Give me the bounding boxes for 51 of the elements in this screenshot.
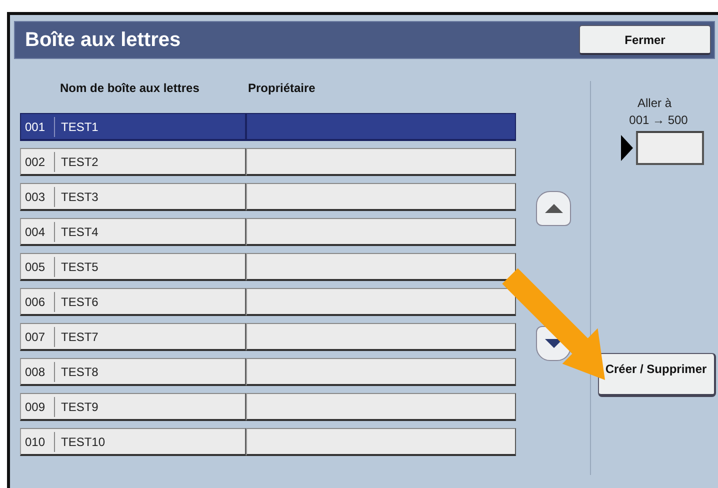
mailbox-name: TEST3 [60, 190, 98, 204]
mailbox-name: TEST9 [60, 400, 98, 414]
mailbox-name: TEST4 [60, 224, 98, 238]
owner-cell[interactable] [246, 288, 516, 316]
row-number: 004 [21, 222, 55, 242]
mailbox-name: TEST10 [60, 434, 106, 448]
owner-cell[interactable] [246, 428, 516, 456]
column-header: Nom de boîte aux lettres [59, 81, 200, 97]
mailbox-row[interactable]: 003 TEST3 [20, 183, 246, 211]
close-button[interactable]: Fermer [579, 25, 711, 55]
mailbox-row[interactable]: 004 TEST4 [20, 218, 246, 246]
up-triangle-icon [544, 204, 562, 213]
owner-cell[interactable] [246, 113, 516, 141]
owner-cell[interactable] [246, 218, 516, 246]
mailbox-name: TEST7 [60, 330, 98, 344]
scroll-up-button[interactable] [536, 191, 571, 226]
mailbox-name: TEST8 [60, 364, 98, 378]
owner-cell[interactable] [246, 358, 516, 386]
row-number: 002 [21, 152, 55, 172]
create-delete-button[interactable]: Créer / Supprimer [598, 353, 716, 397]
owner-cell[interactable] [246, 253, 516, 281]
mailbox-row[interactable]: 010 TEST10 [20, 428, 246, 456]
row-number: 007 [21, 326, 55, 346]
column-header: Propriétaire [248, 81, 316, 97]
goto-input-field[interactable] [636, 131, 704, 165]
mailbox-name: TEST2 [60, 154, 98, 168]
owner-cell[interactable] [246, 323, 516, 351]
owner-cell[interactable] [246, 393, 516, 421]
window-title: Boîte aux lettres [24, 28, 181, 52]
mailbox-row[interactable]: 007 TEST7 [20, 323, 246, 351]
owner-cell[interactable] [246, 183, 516, 211]
owner-cell[interactable] [246, 148, 516, 176]
row-number: 010 [21, 432, 55, 452]
row-number: 001 [21, 116, 55, 136]
row-number: 009 [21, 396, 55, 416]
goto-range: 001 → 500 [628, 112, 688, 129]
goto-label: Aller à [637, 95, 672, 112]
mailbox-row[interactable]: 002 TEST2 [20, 148, 246, 176]
mailbox-name: TEST5 [60, 260, 98, 274]
row-number: 008 [21, 362, 55, 382]
pointer-triangle-icon [621, 135, 633, 161]
mailbox-row[interactable]: 005 TEST5 [20, 253, 246, 281]
row-number: 006 [21, 292, 55, 312]
mailbox-row[interactable]: 006 TEST6 [20, 288, 246, 316]
mailbox-row[interactable]: 008 TEST8 [20, 358, 246, 386]
row-number: 003 [21, 186, 55, 206]
row-number: 005 [21, 256, 55, 276]
mailbox-row[interactable]: 009 TEST9 [20, 393, 246, 421]
mailbox-name: TEST6 [60, 294, 98, 308]
mailbox-row[interactable]: 001 TEST1 [20, 113, 246, 141]
mailbox-name: TEST1 [60, 120, 98, 134]
